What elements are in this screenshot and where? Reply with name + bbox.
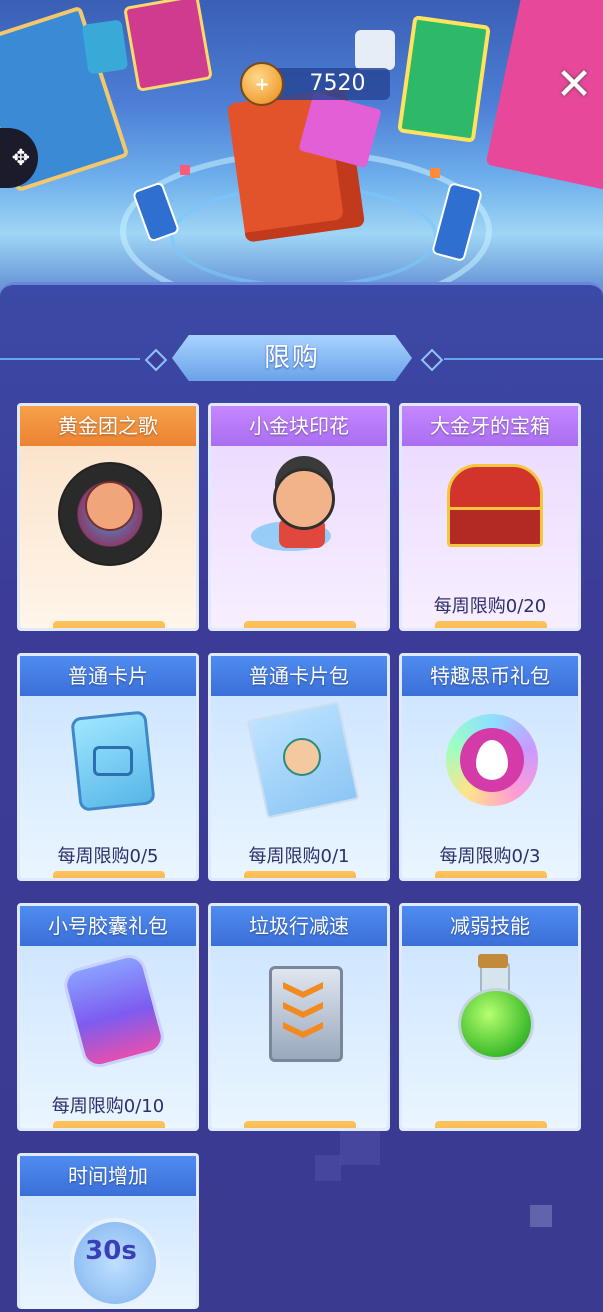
item-body: 30s bbox=[20, 1196, 196, 1309]
item-body: 每周限购0/5 ✦20000 bbox=[20, 696, 196, 878]
shop-banner-scene bbox=[0, 0, 603, 300]
price-value: 5000 bbox=[484, 1129, 537, 1131]
item-body: ✦30000 bbox=[20, 446, 196, 628]
buy-button[interactable]: ✦20000 bbox=[53, 871, 165, 881]
buy-button[interactable]: +5000 bbox=[435, 1121, 547, 1131]
header-diamond-right bbox=[420, 348, 444, 372]
purchase-limit: 每周限购0/10 bbox=[51, 1096, 165, 1117]
item-body: ✦20000 bbox=[211, 446, 387, 628]
close-button[interactable]: ✕ bbox=[551, 62, 597, 108]
shop-item-card[interactable]: 普通卡片 每周限购0/5 ✦20000 bbox=[17, 653, 199, 881]
gift-box-decoration bbox=[123, 0, 213, 92]
item-name: 大金牙的宝箱 bbox=[402, 406, 578, 446]
coin-icon: + bbox=[240, 62, 284, 106]
buy-button[interactable]: ✦30000 bbox=[53, 621, 165, 631]
item-body: 每周限购0/10 ✦5000 bbox=[20, 946, 196, 1128]
purchase-limit: 每周限购0/3 bbox=[439, 846, 541, 867]
tile-decoration bbox=[180, 165, 190, 175]
shop-item-card[interactable]: 减弱技能 +5000 bbox=[399, 903, 581, 1131]
item-body: 每周限购0/3 ✦30000 bbox=[402, 696, 578, 878]
price-value: 20000 bbox=[88, 879, 155, 881]
shop-item-card[interactable]: 小号胶囊礼包 每周限购0/10 ✦5000 bbox=[17, 903, 199, 1131]
item-name: 垃圾行减速 bbox=[211, 906, 387, 946]
tile-decoration bbox=[430, 168, 440, 178]
bg-square bbox=[315, 1155, 341, 1181]
item-name: 普通卡片包 bbox=[211, 656, 387, 696]
price-value: 5000 bbox=[484, 629, 537, 631]
item-name: 减弱技能 bbox=[402, 906, 578, 946]
header-line-right bbox=[444, 358, 603, 360]
shop-item-card[interactable]: 小金块印花 ✦20000 bbox=[208, 403, 390, 631]
bg-square bbox=[530, 1205, 552, 1227]
shop-item-card[interactable]: 大金牙的宝箱 每周限购0/20 ✦5000 bbox=[399, 403, 581, 631]
close-icon: ✕ bbox=[555, 59, 593, 110]
item-name: 普通卡片 bbox=[20, 656, 196, 696]
item-body: 每周限购0/1 ✦80000 bbox=[211, 696, 387, 878]
item-name: 时间增加 bbox=[20, 1156, 196, 1196]
puzzle-icon: ✥ bbox=[11, 145, 30, 171]
shop-item-card[interactable]: 特趣思币礼包 每周限购0/3 ✦30000 bbox=[399, 653, 581, 881]
buy-button[interactable]: ✦20000 bbox=[244, 621, 356, 631]
item-body: +5000 bbox=[402, 946, 578, 1128]
potion-cork bbox=[478, 954, 508, 968]
item-name: 黄金团之歌 bbox=[20, 406, 196, 446]
item-name: 小金块印花 bbox=[211, 406, 387, 446]
shop-item-card[interactable]: 时间增加 30s bbox=[17, 1153, 199, 1309]
shop-item-card[interactable]: 黄金团之歌 ✦30000 bbox=[17, 403, 199, 631]
green-poster-decoration bbox=[397, 15, 491, 143]
card-pack-character bbox=[283, 738, 321, 776]
price-value: 5000 bbox=[293, 1129, 346, 1131]
pirate-sticker-icon bbox=[273, 468, 335, 530]
purchase-limit: 每周限购0/20 bbox=[433, 596, 547, 617]
purchase-limit: 每周限购0/5 bbox=[57, 846, 159, 867]
item-name: 小号胶囊礼包 bbox=[20, 906, 196, 946]
buy-button[interactable]: ✦30000 bbox=[435, 871, 547, 881]
header-line-left bbox=[0, 358, 140, 360]
item-body: +5000 bbox=[211, 946, 387, 1128]
shop-item-card[interactable]: 普通卡片包 每周限购0/1 ✦80000 bbox=[208, 653, 390, 881]
item-name: 特趣思币礼包 bbox=[402, 656, 578, 696]
capsule-icon bbox=[60, 950, 168, 1072]
section-title: 限购 bbox=[172, 335, 412, 381]
shop-item-card[interactable]: 垃圾行减速 +5000 bbox=[208, 903, 390, 1131]
price-value: 30000 bbox=[470, 879, 537, 881]
price-value: 80000 bbox=[279, 879, 346, 881]
buy-button[interactable]: ✦80000 bbox=[244, 871, 356, 881]
section-header: 限购 bbox=[0, 335, 603, 383]
coin-icon-symbol: + bbox=[254, 73, 270, 95]
buy-button[interactable]: ✦5000 bbox=[53, 1121, 165, 1131]
header-diamond-left bbox=[144, 348, 168, 372]
camera-lens bbox=[93, 746, 133, 776]
purchase-limit: 每周限购0/1 bbox=[248, 846, 350, 867]
item-body: 每周限购0/20 ✦5000 bbox=[402, 446, 578, 628]
bg-square bbox=[340, 1125, 380, 1165]
buy-button[interactable]: +5000 bbox=[244, 1121, 356, 1131]
price-value: 5000 bbox=[102, 1129, 155, 1131]
gift-poster-small bbox=[81, 19, 129, 75]
flame-icon bbox=[476, 740, 508, 780]
time-bonus-label: 30s bbox=[85, 1236, 137, 1266]
price-value: 20000 bbox=[279, 629, 346, 631]
pirate-cover-art bbox=[85, 481, 135, 531]
portrait-decoration bbox=[355, 30, 395, 70]
buy-button[interactable]: ✦5000 bbox=[435, 621, 547, 631]
price-value: 30000 bbox=[88, 629, 155, 631]
treasure-chest-icon bbox=[447, 464, 543, 510]
coin-balance-value: 7520 bbox=[309, 71, 366, 96]
potion-icon bbox=[458, 988, 534, 1060]
